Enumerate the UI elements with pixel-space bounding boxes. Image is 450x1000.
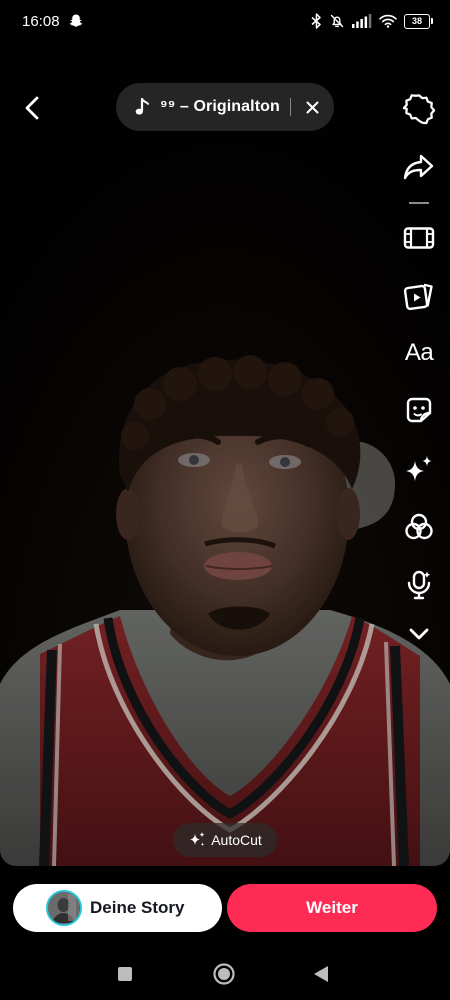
voice-effects-icon bbox=[407, 570, 431, 600]
avatar-image bbox=[48, 892, 79, 923]
battery-indicator: 38 bbox=[404, 13, 433, 29]
battery-level: 38 bbox=[411, 16, 422, 26]
recents-icon bbox=[118, 967, 132, 981]
your-story-label: Deine Story bbox=[90, 898, 185, 917]
signal-icon bbox=[352, 14, 372, 28]
mute-icon bbox=[330, 14, 344, 28]
share-arrow-icon bbox=[403, 154, 434, 180]
status-bar: 16:08 38 bbox=[0, 0, 450, 44]
sparkle-icon bbox=[190, 832, 205, 847]
tools-divider bbox=[409, 202, 429, 204]
filters-icon bbox=[405, 513, 433, 540]
status-time: 16:08 bbox=[22, 13, 60, 30]
stickers-button[interactable] bbox=[400, 392, 438, 430]
music-note-icon bbox=[135, 98, 149, 115]
video-clips-icon bbox=[403, 283, 433, 311]
voice-effects-button[interactable] bbox=[400, 566, 438, 604]
sound-divider bbox=[289, 98, 291, 116]
more-tools-button[interactable] bbox=[400, 615, 438, 653]
back-button[interactable] bbox=[16, 92, 48, 124]
filters-button[interactable] bbox=[400, 508, 438, 546]
effects-button[interactable] bbox=[400, 450, 438, 488]
snapchat-ghost-icon bbox=[69, 14, 83, 27]
system-nav-bar bbox=[0, 948, 450, 1000]
home-icon bbox=[213, 963, 235, 985]
next-label: Weiter bbox=[306, 898, 358, 917]
text-tool-icon: Aa bbox=[404, 339, 434, 366]
clips-button[interactable] bbox=[400, 277, 438, 315]
autocut-button[interactable]: AutoCut bbox=[173, 823, 277, 857]
remove-sound-button[interactable] bbox=[298, 92, 328, 122]
expand-more-icon bbox=[409, 628, 429, 640]
film-strip-icon bbox=[403, 227, 435, 249]
film-strip-button[interactable] bbox=[400, 219, 438, 257]
back-icon bbox=[314, 966, 328, 982]
bluetooth-icon bbox=[311, 13, 321, 29]
your-story-button[interactable]: Deine Story bbox=[13, 884, 222, 932]
video-frame-image bbox=[0, 44, 450, 866]
share-button[interactable] bbox=[400, 148, 438, 186]
autocut-label: AutoCut bbox=[211, 832, 262, 848]
sticker-icon bbox=[406, 397, 432, 423]
recents-button[interactable] bbox=[112, 961, 138, 987]
system-back-button[interactable] bbox=[308, 961, 334, 987]
text-tool-button[interactable]: Aa bbox=[400, 334, 438, 372]
settings-gear-icon bbox=[403, 94, 435, 125]
settings-button[interactable] bbox=[400, 90, 438, 128]
sound-title: ⁹⁹ – Originalton bbox=[160, 98, 280, 115]
sound-selector[interactable]: ⁹⁹ – Originalton bbox=[116, 83, 334, 131]
video-preview[interactable] bbox=[0, 44, 450, 866]
status-icons: 38 bbox=[311, 11, 433, 31]
home-button[interactable] bbox=[211, 961, 237, 987]
next-button[interactable]: Weiter bbox=[227, 884, 437, 932]
avatar bbox=[46, 890, 82, 926]
wifi-icon bbox=[379, 14, 397, 28]
effects-sparkle-icon bbox=[406, 456, 432, 481]
close-icon bbox=[306, 101, 319, 113]
chevron-left-icon bbox=[25, 96, 39, 120]
